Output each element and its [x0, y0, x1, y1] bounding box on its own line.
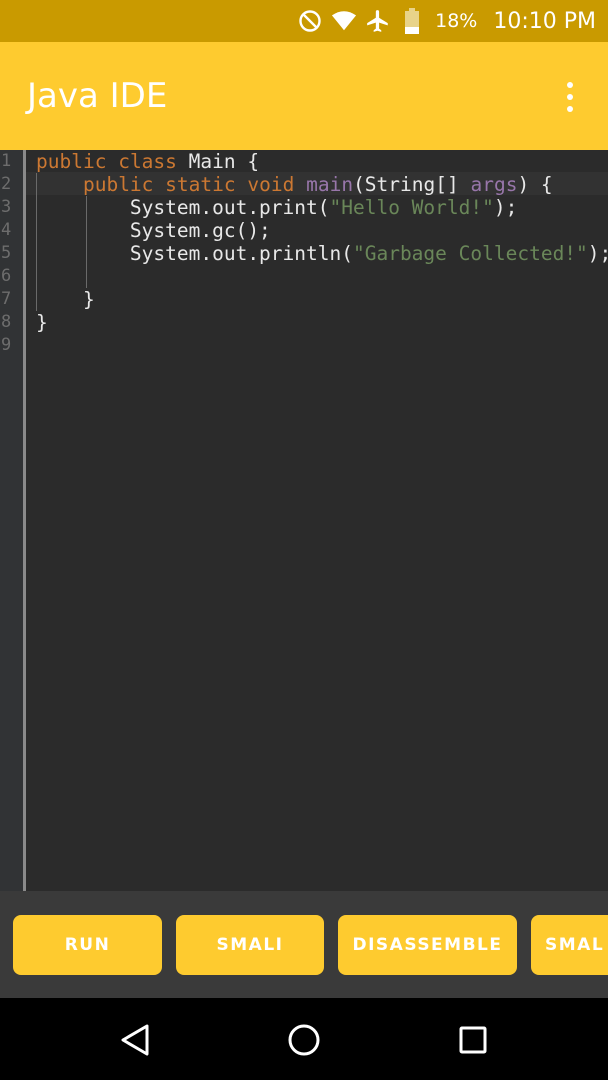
navigation-bar — [0, 998, 608, 1080]
line-number: 7 — [1, 289, 12, 309]
code-line: } — [36, 288, 95, 311]
airplane-mode-icon — [365, 8, 391, 34]
line-number: 1 — [1, 151, 12, 171]
battery-percent: 18% — [435, 10, 478, 32]
do-not-disturb-icon — [297, 8, 323, 34]
code-editor[interactable]: 1 2 3 4 5 6 7 8 9 public class Main { pu… — [0, 150, 608, 891]
code-line: System.out.println("Garbage Collected!")… — [36, 242, 608, 265]
home-circle-icon[interactable] — [284, 1020, 324, 1060]
gutter-divider — [23, 150, 26, 891]
code-line: System.gc(); — [36, 219, 271, 242]
line-number: 3 — [1, 197, 12, 217]
line-number: 2 — [1, 174, 12, 194]
line-number: 8 — [1, 312, 12, 332]
run-button[interactable]: RUN — [13, 915, 162, 975]
back-triangle-icon[interactable] — [115, 1020, 155, 1060]
line-number: 6 — [1, 266, 12, 286]
recents-square-icon[interactable] — [453, 1020, 493, 1060]
clock: 10:10 PM — [493, 8, 596, 34]
line-number: 4 — [1, 220, 12, 240]
code-line: System.out.print("Hello World!"); — [36, 196, 518, 219]
wifi-icon — [331, 8, 357, 34]
battery-icon — [399, 8, 425, 34]
app-title: Java IDE — [27, 76, 168, 116]
code-line: public static void main(String[] args) { — [82, 173, 553, 196]
smali-partial-button[interactable]: SMAL — [531, 915, 608, 975]
line-number: 5 — [1, 243, 12, 263]
code-line: } — [36, 311, 48, 334]
action-button-bar: RUN SMALI DISASSEMBLE SMAL — [0, 891, 608, 998]
more-vert-icon[interactable] — [554, 80, 586, 114]
app-bar: Java IDE — [0, 42, 608, 150]
disassemble-button[interactable]: DISASSEMBLE — [338, 915, 517, 975]
status-bar: 18% 10:10 PM — [0, 0, 608, 42]
code-line: public class Main { — [36, 150, 260, 173]
line-number: 9 — [1, 335, 12, 355]
smali-button[interactable]: SMALI — [176, 915, 324, 975]
